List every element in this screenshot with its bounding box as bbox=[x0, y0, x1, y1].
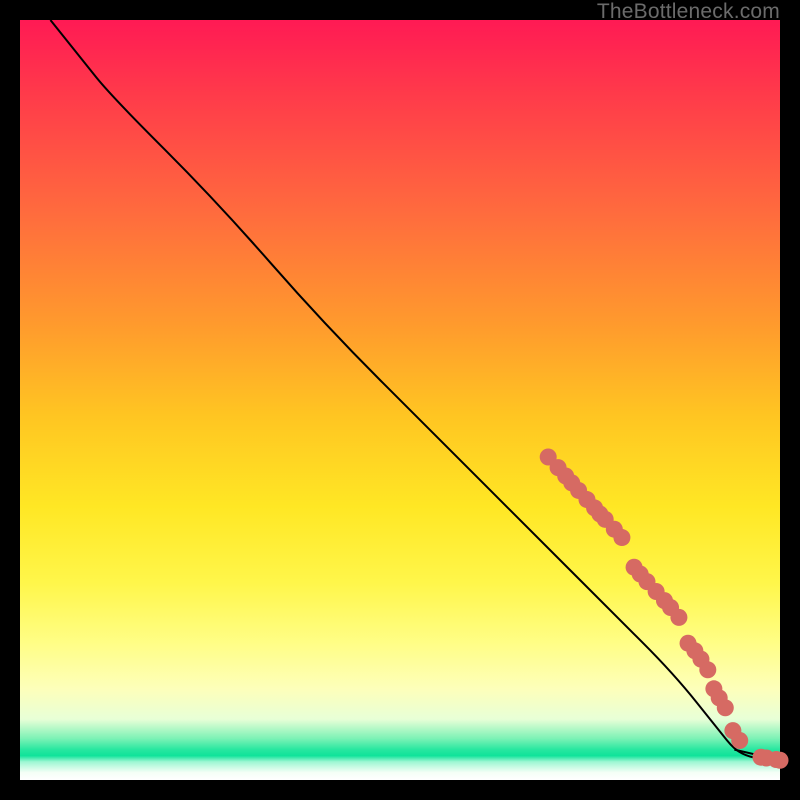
data-marker bbox=[772, 752, 789, 769]
bottleneck-curve bbox=[50, 20, 780, 760]
data-marker bbox=[670, 609, 687, 626]
marker-group bbox=[540, 449, 789, 769]
watermark-label: TheBottleneck.com bbox=[597, 0, 780, 24]
chart-overlay bbox=[20, 20, 780, 780]
data-marker bbox=[613, 529, 630, 546]
data-marker bbox=[731, 732, 748, 749]
data-marker bbox=[717, 699, 734, 716]
data-marker bbox=[699, 661, 716, 678]
chart-frame: TheBottleneck.com bbox=[0, 0, 800, 800]
data-marker bbox=[591, 506, 608, 523]
